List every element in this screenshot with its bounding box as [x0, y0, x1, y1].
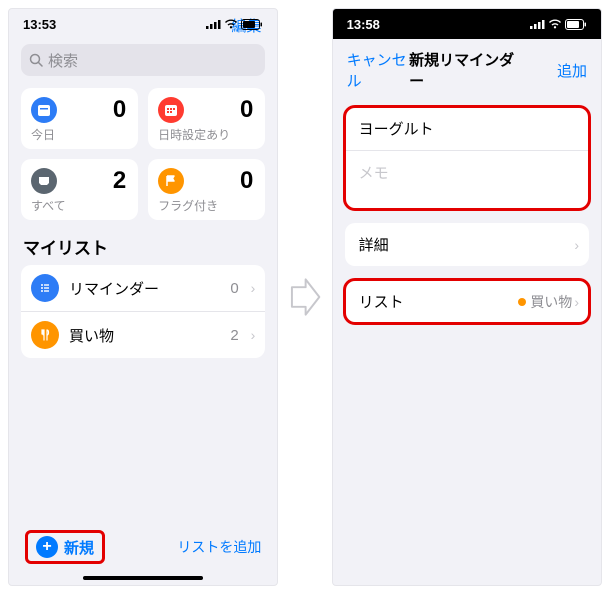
search-input[interactable]: 検索	[21, 44, 265, 76]
list-item-reminders[interactable]: リマインダー 0 ›	[21, 265, 265, 312]
calendar-icon	[31, 97, 57, 123]
utensils-icon	[31, 321, 59, 349]
wifi-icon	[224, 19, 238, 29]
list-bullet-icon	[31, 274, 59, 302]
status-bar: 13:53	[9, 9, 277, 39]
card-scheduled[interactable]: 0 日時設定あり	[148, 88, 265, 149]
search-icon	[29, 53, 43, 67]
my-lists: リマインダー 0 › 買い物 2 ›	[21, 265, 265, 358]
new-label: 新規	[64, 537, 94, 558]
nav-bar: キャンセル 新規リマインダー 追加	[333, 39, 601, 99]
calendar-grid-icon	[158, 97, 184, 123]
detail-row[interactable]: 詳細 ›	[345, 223, 589, 266]
list-row[interactable]: リスト 買い物 ›	[345, 280, 589, 323]
signal-icon	[530, 19, 545, 29]
status-time: 13:53	[23, 17, 83, 32]
list-label: リスト	[359, 291, 519, 312]
card-all[interactable]: 2 すべて	[21, 159, 138, 220]
list-item-shopping[interactable]: 買い物 2 ›	[21, 312, 265, 358]
list-count: 0	[230, 280, 238, 297]
add-button[interactable]: 追加	[525, 60, 587, 81]
wifi-icon	[548, 19, 562, 29]
my-lists-title: マイリスト	[21, 234, 265, 265]
arrow-right-icon	[288, 273, 321, 321]
chevron-right-icon: ›	[251, 280, 256, 296]
card-flagged[interactable]: 0 フラグ付き	[148, 159, 265, 220]
new-reminder-screen: 13:58 キャンセル 新規リマインダー 追加 ヨーグルト メモ 詳細 › リス…	[332, 8, 602, 586]
list-color-dot	[518, 298, 526, 306]
status-bar: 13:58	[333, 9, 601, 39]
memo-input[interactable]: メモ	[345, 151, 589, 209]
list-value: 買い物	[530, 292, 572, 312]
list-label: リマインダー	[69, 278, 220, 299]
nav-title: 新規リマインダー	[409, 49, 524, 91]
card-label: フラグ付き	[158, 197, 253, 214]
card-count: 0	[240, 167, 253, 195]
card-label: 日時設定あり	[158, 126, 253, 143]
title-memo-card: ヨーグルト メモ	[345, 107, 589, 209]
detail-label: 詳細	[359, 234, 573, 255]
flag-icon	[158, 168, 184, 194]
inbox-icon	[31, 168, 57, 194]
status-time: 13:58	[347, 17, 407, 32]
card-count: 0	[113, 96, 126, 124]
cancel-button[interactable]: キャンセル	[347, 49, 409, 91]
list-count: 2	[230, 327, 238, 344]
plus-circle-icon: +	[36, 536, 58, 558]
signal-icon	[206, 19, 221, 29]
status-indicators	[203, 19, 263, 30]
reminders-main-screen: 13:53 編集 検索 0	[8, 8, 278, 586]
card-count: 2	[113, 167, 126, 195]
new-reminder-button[interactable]: + 新規	[25, 530, 105, 564]
card-label: 今日	[31, 126, 126, 143]
add-list-button[interactable]: リストを追加	[177, 537, 261, 557]
home-indicator[interactable]	[83, 576, 203, 580]
chevron-right-icon: ›	[574, 237, 579, 253]
battery-icon	[565, 19, 587, 30]
card-today[interactable]: 0 今日	[21, 88, 138, 149]
battery-icon	[241, 19, 263, 30]
chevron-right-icon: ›	[574, 294, 579, 310]
title-input[interactable]: ヨーグルト	[345, 107, 589, 151]
card-label: すべて	[31, 197, 126, 214]
status-indicators	[527, 19, 587, 30]
chevron-right-icon: ›	[251, 327, 256, 343]
card-count: 0	[240, 96, 253, 124]
search-placeholder: 検索	[48, 50, 78, 71]
list-label: 買い物	[69, 325, 220, 346]
